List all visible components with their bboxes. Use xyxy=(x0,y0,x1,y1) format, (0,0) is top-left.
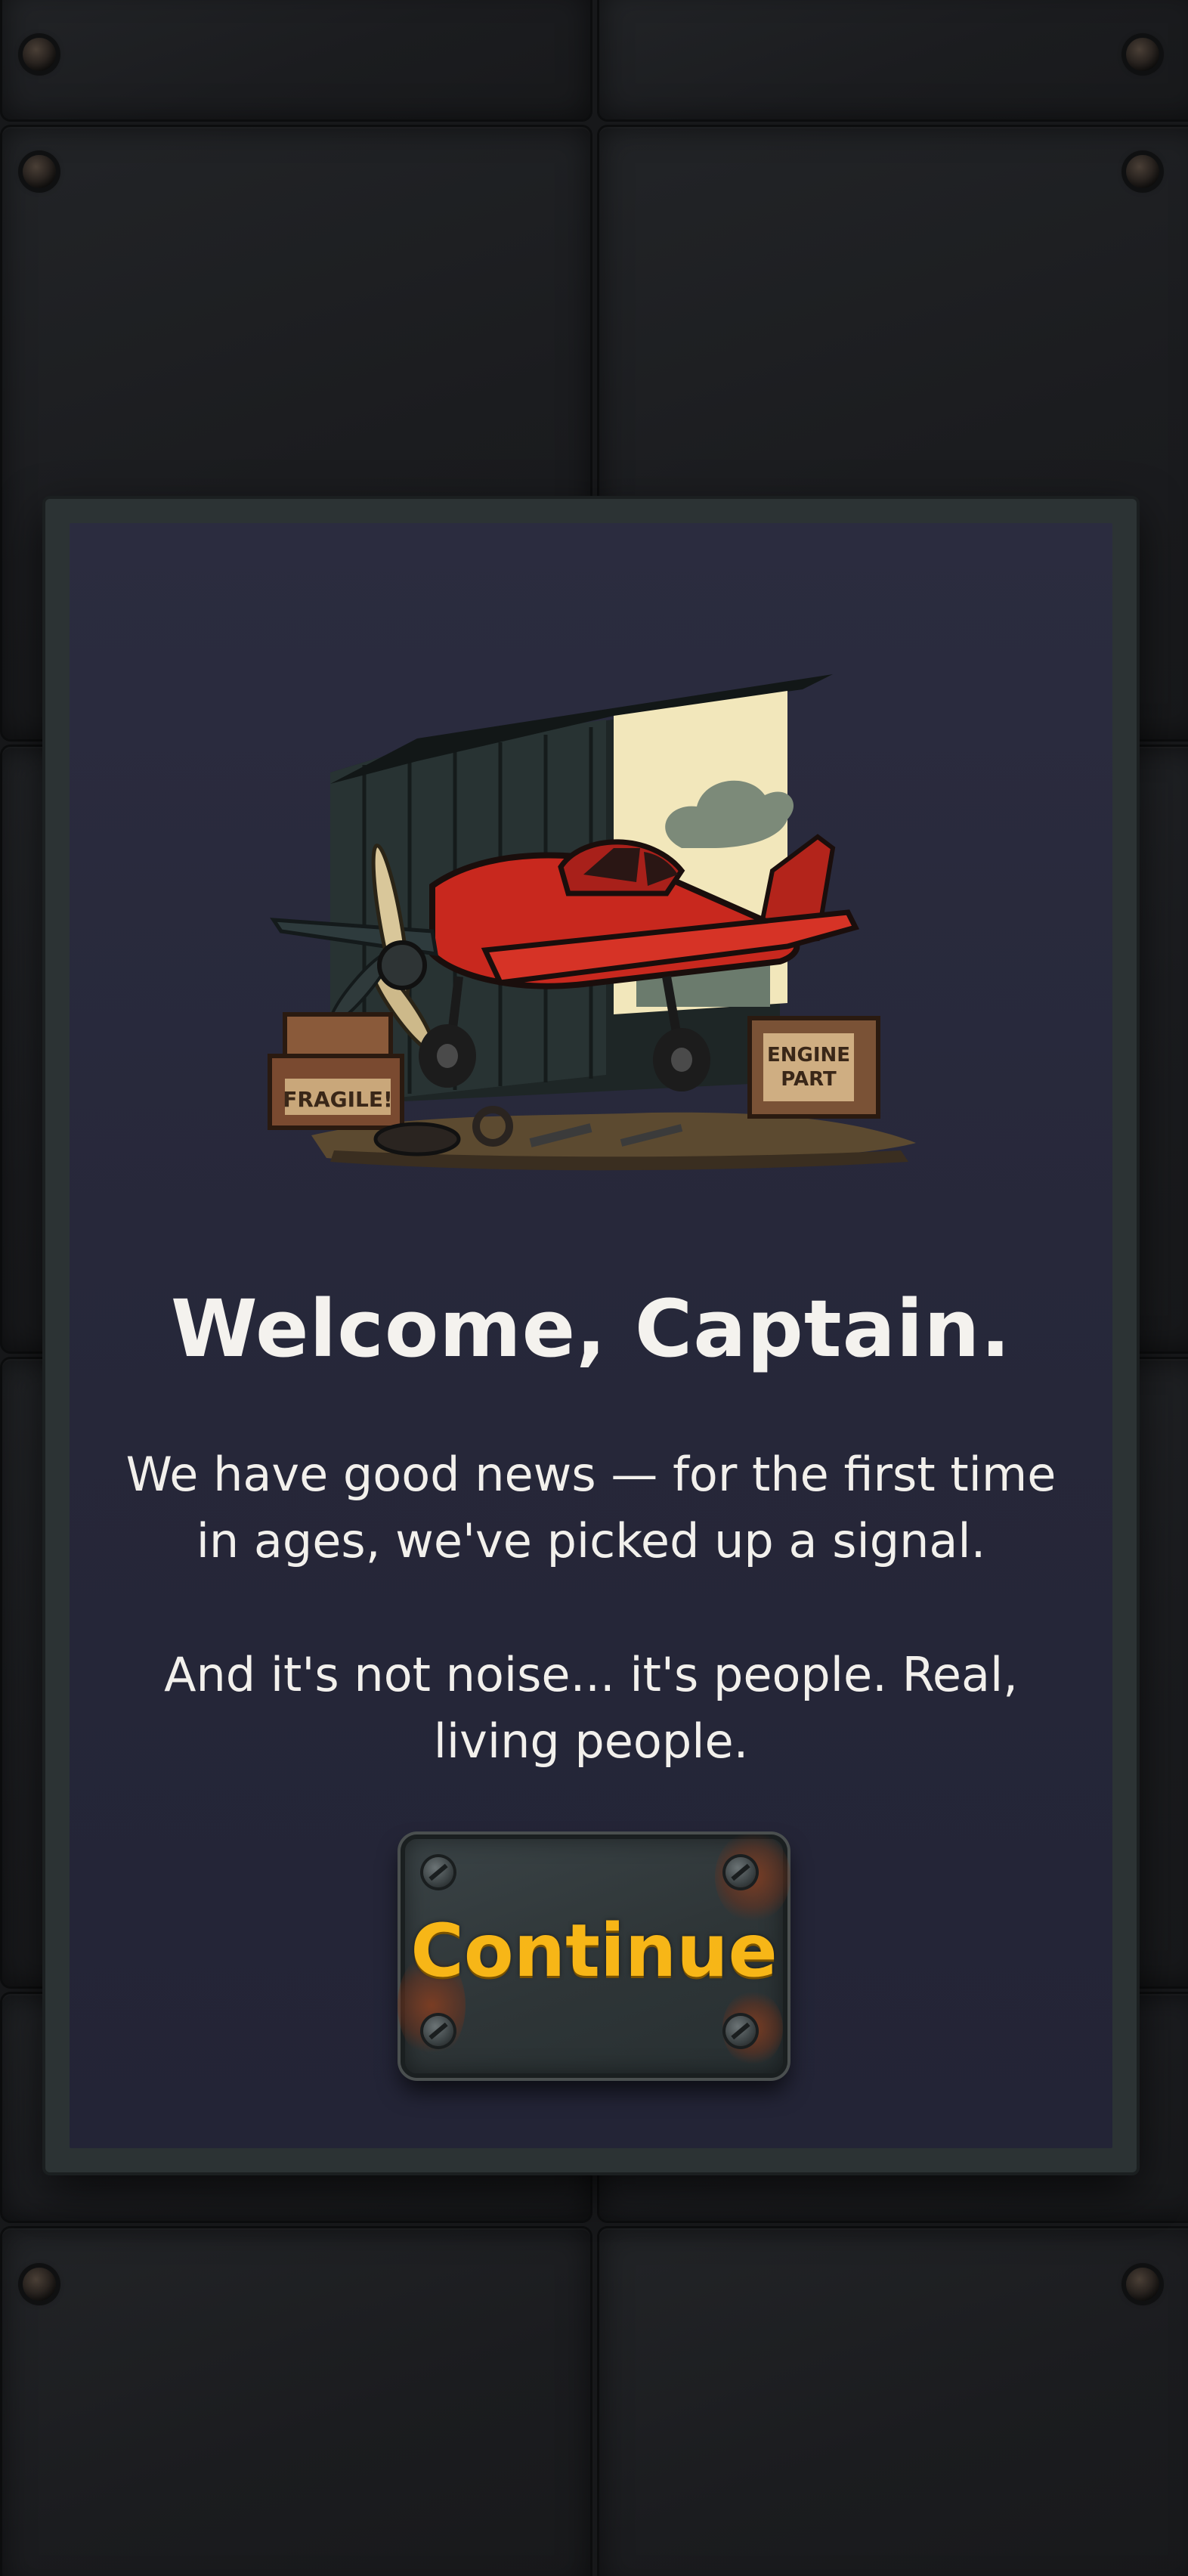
rivet xyxy=(1126,2268,1159,2301)
fragile-crate-label: FRAGILE! xyxy=(283,1087,393,1112)
welcome-dialog: FRAGILE! ENGINE PART Welcome, Captain. W… xyxy=(70,523,1112,2148)
rivet xyxy=(23,2268,56,2301)
continue-button-label: Continue xyxy=(410,1909,778,1993)
game-screen: FRAGILE! ENGINE PART Welcome, Captain. W… xyxy=(0,0,1188,2576)
rivet xyxy=(23,155,56,188)
screw-icon xyxy=(423,2016,453,2046)
rivet xyxy=(23,38,56,71)
background-plate xyxy=(597,0,1188,122)
hangar-plane-illustration: FRAGILE! ENGINE PART xyxy=(268,674,916,1171)
screw-icon xyxy=(725,2016,756,2046)
dialog-message-secondary: And it's not noise... it's people. Real,… xyxy=(164,1647,1018,1769)
dialog-title: Welcome, Captain. xyxy=(171,1283,1011,1375)
dialog-frame: FRAGILE! ENGINE PART Welcome, Captain. W… xyxy=(45,499,1137,2172)
background-plate xyxy=(0,0,592,122)
rivet xyxy=(1126,38,1159,71)
engine-part-label-line2: PART xyxy=(781,1068,837,1091)
dialog-message-primary: We have good news — for the first time i… xyxy=(125,1447,1057,1568)
screw-icon xyxy=(423,1857,453,1887)
rivet xyxy=(1126,155,1159,188)
background-plate xyxy=(0,2226,592,2576)
continue-button[interactable]: Continue xyxy=(398,1831,790,2078)
engine-part-label-line1: ENGINE xyxy=(767,1044,850,1067)
screw-icon xyxy=(725,1857,756,1887)
background-plate xyxy=(597,2226,1188,2576)
